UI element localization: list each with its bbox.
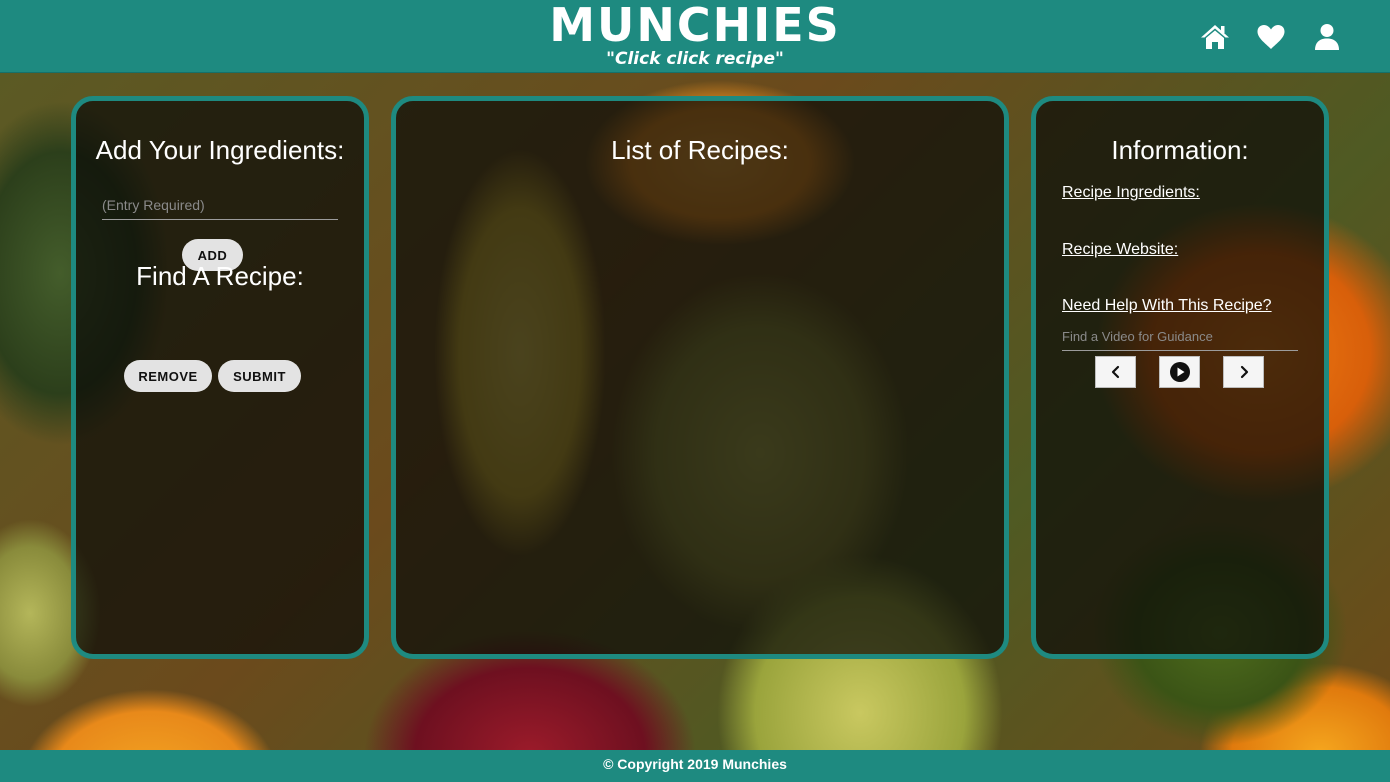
home-icon[interactable] [1200,22,1230,52]
remove-button[interactable]: REMOVE [124,360,212,392]
information-panel-title: Information: [1111,135,1249,165]
site-header: MUNCHIES "Click click recipe" [0,0,1390,73]
ingredient-input[interactable] [102,190,338,220]
video-play-button[interactable] [1159,356,1200,388]
copyright-text: © Copyright 2019 Munchies [603,756,787,772]
header-nav [1200,22,1342,52]
recipe-ingredients-link[interactable]: Recipe Ingredients: [1062,184,1200,202]
heart-icon[interactable] [1256,22,1286,52]
information-panel: Information: Recipe Ingredients: Recipe … [1031,96,1329,659]
site-tagline: "Click click recipe" [606,49,784,69]
chevron-left-icon [1111,365,1119,379]
recipes-panel: List of Recipes: [391,96,1009,659]
brand: MUNCHIES "Click click recipe" [0,0,1390,70]
site-footer: © Copyright 2019 Munchies [0,750,1390,782]
chevron-right-icon [1240,365,1248,379]
submit-button[interactable]: SUBMIT [218,360,301,392]
find-recipe-title: Find A Recipe: [136,261,304,291]
user-icon[interactable] [1312,22,1342,52]
video-next-button[interactable] [1223,356,1264,388]
video-search-input[interactable] [1062,323,1298,351]
recipe-help-link[interactable]: Need Help With This Recipe? [1062,297,1272,315]
recipes-panel-title: List of Recipes: [611,135,789,165]
play-icon [1169,362,1190,382]
ingredients-panel-title: Add Your Ingredients: [95,135,345,165]
recipe-website-link[interactable]: Recipe Website: [1062,241,1178,259]
video-prev-button[interactable] [1095,356,1136,388]
site-title: MUNCHIES [549,0,841,52]
ingredients-panel: Add Your Ingredients: ADD Find A Recipe:… [71,96,369,659]
